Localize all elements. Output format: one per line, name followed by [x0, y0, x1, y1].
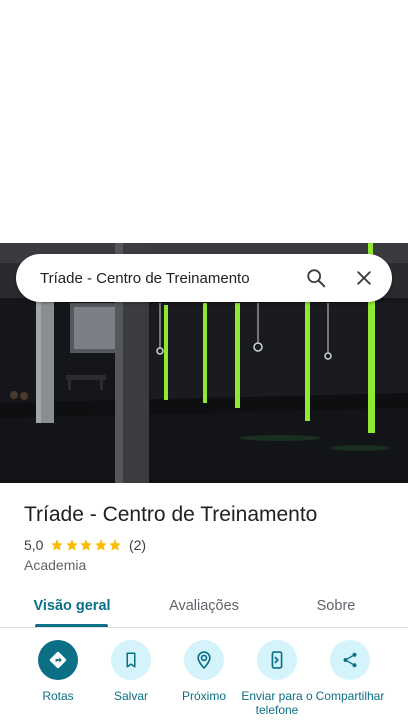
tab-about[interactable]: Sobre	[300, 584, 372, 627]
send-to-phone-button[interactable]: Enviar para o telefone	[239, 640, 315, 717]
rating-stars	[50, 538, 123, 552]
tab-overview[interactable]: Visão geral	[25, 584, 119, 627]
close-icon[interactable]	[340, 254, 388, 302]
share-icon[interactable]	[330, 640, 370, 680]
rating-value: 5,0	[24, 537, 44, 553]
share-button[interactable]: Compartilhar	[312, 640, 388, 703]
nearby-button[interactable]: Próximo	[166, 640, 242, 703]
send-to-phone-icon[interactable]	[257, 640, 297, 680]
directions-button[interactable]: Rotas	[20, 640, 96, 703]
directions-icon[interactable]	[38, 640, 78, 680]
nearby-label: Próximo	[181, 689, 226, 703]
tab-bar: Visão geral Avaliações Sobre	[0, 584, 408, 628]
place-info: Tríade - Centro de Treinamento 5,0 (2) A…	[24, 502, 394, 574]
directions-label: Rotas	[42, 689, 74, 703]
active-tab-indicator	[35, 624, 108, 627]
star-icon	[51, 539, 64, 551]
search-bar[interactable]: Tríade - Centro de Treinamento	[16, 254, 392, 302]
review-count[interactable]: (2)	[129, 536, 146, 554]
map-area-blank	[0, 0, 408, 243]
star-icon	[95, 539, 107, 551]
search-input[interactable]: Tríade - Centro de Treinamento	[16, 270, 292, 287]
save-label: Salvar	[113, 689, 148, 703]
place-category: Academia	[24, 557, 87, 573]
star-icon	[109, 539, 122, 551]
nearby-icon[interactable]	[184, 640, 224, 680]
share-label: Compartilhar	[315, 689, 385, 703]
search-icon[interactable]	[292, 254, 340, 302]
star-icon	[66, 539, 78, 551]
tab-reviews[interactable]: Avaliações	[158, 584, 250, 627]
place-title: Tríade - Centro de Treinamento	[24, 503, 318, 526]
rating-row[interactable]: 5,0 (2)	[24, 536, 394, 554]
star-icon	[80, 539, 93, 551]
bookmark-icon[interactable]	[111, 640, 151, 680]
action-bar: Rotas Salvar Próximo Enviar para o telef…	[0, 640, 408, 726]
save-button[interactable]: Salvar	[93, 640, 169, 703]
send-to-phone-label: Enviar para o telefone	[241, 689, 313, 717]
